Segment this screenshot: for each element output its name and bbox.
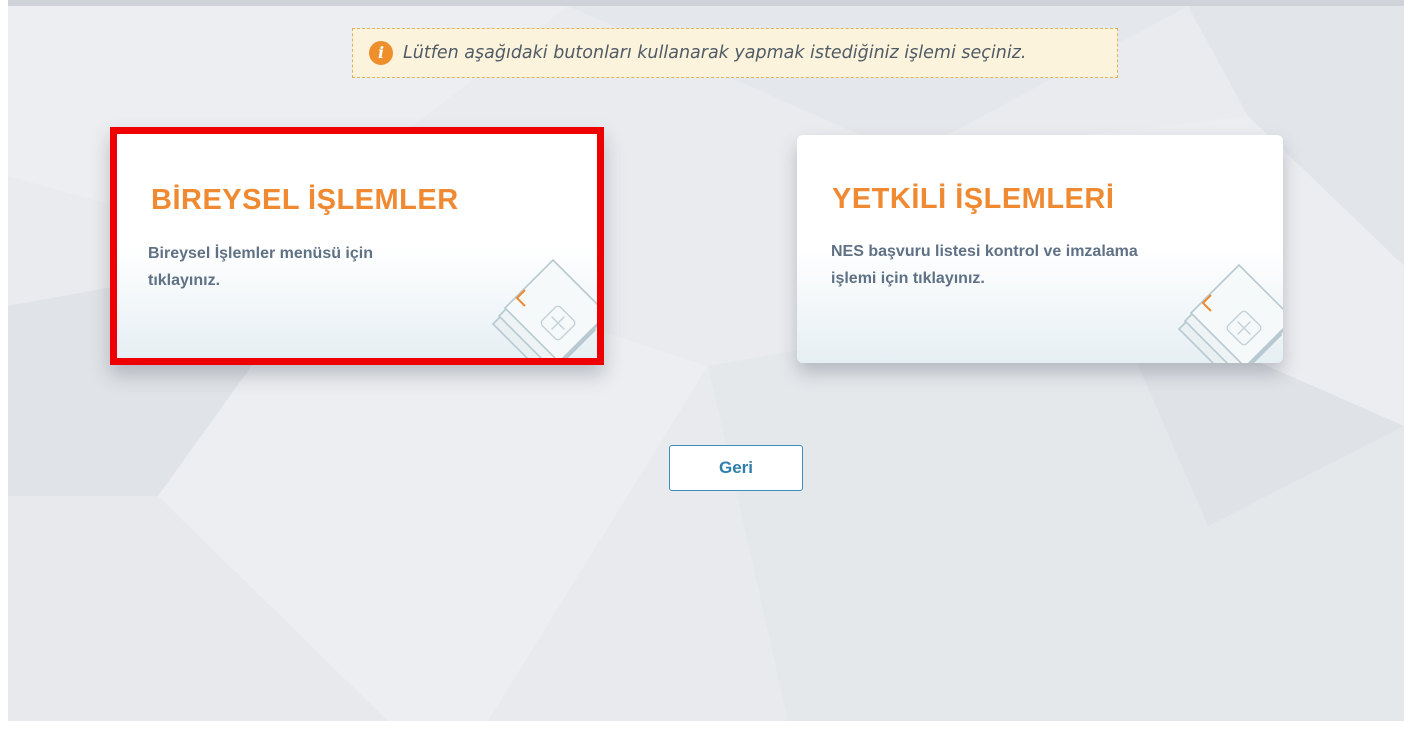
- card-description: Bireysel İşlemler menüsü için tıklayınız…: [148, 245, 373, 289]
- notice-text: Lütfen aşağıdaki butonları kullanarak ya…: [403, 43, 1027, 63]
- bireysel-islemler-card[interactable]: BİREYSEL İŞLEMLER Bireysel İşlemler menü…: [110, 127, 604, 365]
- back-button[interactable]: Geri: [669, 445, 803, 491]
- card-description: NES başvuru listesi kontrol ve imzalama …: [831, 243, 1138, 287]
- main-content: i Lütfen aşağıdaki butonları kullanarak …: [8, 6, 1404, 721]
- info-notice: i Lütfen aşağıdaki butonları kullanarak …: [352, 28, 1118, 78]
- yetkili-islemleri-card[interactable]: YETKİLİ İŞLEMLERİ NES başvuru listesi ko…: [797, 135, 1283, 363]
- smart-card-icon: [491, 258, 597, 358]
- card-title: YETKİLİ İŞLEMLERİ: [832, 183, 1115, 215]
- smart-card-icon: [1177, 263, 1283, 363]
- card-title: BİREYSEL İŞLEMLER: [151, 184, 459, 216]
- info-icon: i: [369, 41, 393, 65]
- page: i Lütfen aşağıdaki butonları kullanarak …: [0, 0, 1424, 731]
